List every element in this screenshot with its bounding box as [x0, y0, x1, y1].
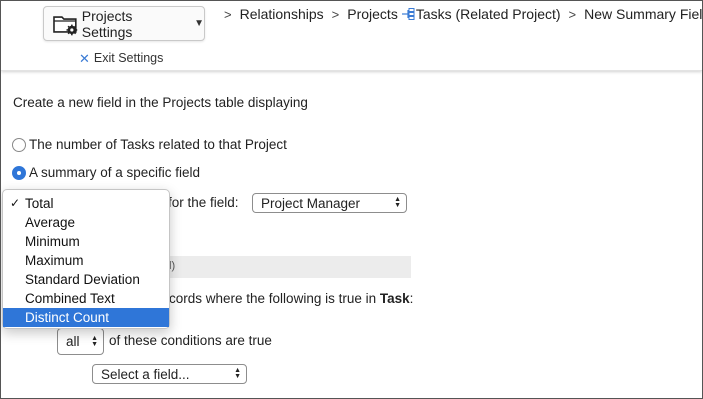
menu-item-label: Maximum — [25, 253, 84, 268]
menu-item-label: Combined Text — [25, 291, 115, 306]
settings-button-label: Projects Settings — [81, 7, 133, 40]
conditions-text: of these conditions are true — [109, 333, 272, 348]
records-prefix: cords where the following is true in — [169, 291, 380, 306]
menu-item-label: Minimum — [25, 234, 80, 249]
breadcrumb: > Relationships > Projects Tasks (Relate… — [216, 6, 703, 22]
checkmark-icon: ✓ — [10, 196, 21, 210]
settings-header: Projects Settings ▼ ✕ Exit Settings > Re… — [1, 1, 702, 71]
chevron-right-icon: > — [224, 6, 232, 22]
records-suffix: : — [409, 291, 414, 306]
match-select-value: all — [66, 334, 80, 349]
caret-down-icon: ▼ — [194, 18, 204, 29]
match-select[interactable]: all ▲ ▼ — [57, 328, 104, 355]
summary-type-menu: ✓ Total Average Minimum Maximum Standard… — [2, 189, 170, 329]
option-count-row: The number of Tasks related to that Proj… — [12, 137, 287, 152]
records-table-name: Task — [379, 291, 410, 306]
projects-settings-button[interactable]: Projects Settings ▼ — [43, 6, 205, 41]
close-icon: ✕ — [79, 50, 90, 66]
option-summary-row: A summary of a specific field — [12, 165, 200, 180]
breadcrumb-relationships[interactable]: Relationships — [240, 6, 324, 22]
section-band: l) — [161, 256, 411, 278]
menu-item-average[interactable]: Average — [3, 213, 169, 232]
chevron-right-icon: > — [331, 6, 340, 22]
relationship-icon — [401, 8, 415, 20]
menu-item-minimum[interactable]: Minimum — [3, 232, 169, 251]
menu-item-combined-text[interactable]: Combined Text — [3, 289, 169, 308]
menu-item-label: Standard Deviation — [25, 272, 140, 287]
select-arrows-icon: ▲ ▼ — [234, 367, 241, 380]
app-frame: Projects Settings ▼ ✕ Exit Settings > Re… — [0, 0, 703, 399]
chevron-right-icon: > — [568, 6, 577, 22]
field-select[interactable]: Project Manager ▲ ▼ — [252, 193, 407, 213]
menu-item-label: Average — [25, 215, 76, 230]
breadcrumb-projects[interactable]: Projects — [347, 6, 398, 22]
select-field-placeholder: Select a field... — [101, 366, 190, 382]
option-summary-radio[interactable] — [12, 165, 26, 180]
option-count-label[interactable]: The number of Tasks related to that Proj… — [29, 137, 287, 152]
menu-item-label: Total — [25, 196, 54, 211]
menu-item-maximum[interactable]: Maximum — [3, 251, 169, 270]
breadcrumb-tasks-related-project[interactable]: Tasks (Related Project) — [416, 6, 561, 22]
option-count-radio[interactable] — [12, 137, 26, 152]
menu-item-standard-deviation[interactable]: Standard Deviation — [3, 270, 169, 289]
select-field-dropdown[interactable]: Select a field... ▲ ▼ — [92, 364, 247, 384]
menu-item-distinct-count[interactable]: Distinct Count — [3, 308, 169, 327]
records-condition-text: cords where the following is true in Tas… — [169, 291, 413, 306]
menu-item-total[interactable]: ✓ Total — [3, 194, 169, 213]
breadcrumb-new-summary-field: New Summary Field — [584, 6, 703, 22]
select-arrows-icon: ▲ ▼ — [91, 334, 98, 348]
folder-settings-icon — [53, 15, 78, 35]
field-select-value: Project Manager — [261, 195, 361, 211]
exit-settings-label: Exit Settings — [93, 51, 164, 65]
option-summary-label[interactable]: A summary of a specific field — [29, 165, 200, 180]
select-arrows-icon: ▲ ▼ — [394, 196, 401, 209]
exit-settings-link[interactable]: ✕ Exit Settings — [79, 51, 163, 65]
for-the-field-label: for the field: — [168, 195, 239, 210]
menu-item-label: Distinct Count — [25, 310, 110, 325]
intro-text: Create a new field in the Projects table… — [13, 95, 308, 110]
